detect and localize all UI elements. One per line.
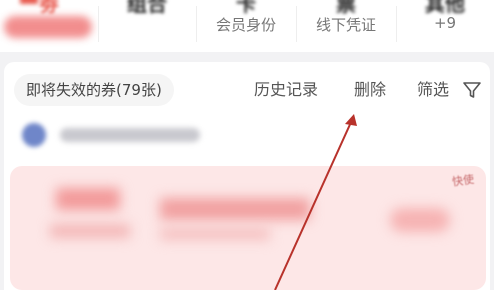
expiring-coupons-chip[interactable]: 即将失效的券(79张)	[14, 74, 174, 106]
category-subtitle: +9	[433, 14, 457, 32]
top-category-strip: 劵 组合 卡 会员身份 票 线下凭证 其他 +9	[0, 0, 494, 52]
coupon-list-card: 即将失效的券(79张) 历史记录 删除 筛选 快使	[4, 62, 490, 290]
category-subtitle: 会员身份	[215, 16, 276, 34]
funnel-icon[interactable]	[462, 80, 482, 100]
delete-button[interactable]: 删除	[354, 74, 386, 106]
coupon-condition-blurred	[50, 224, 130, 238]
coupon-corner-tag: 快使	[451, 172, 475, 189]
category-title: 劵	[39, 0, 59, 16]
history-button[interactable]: 历史记录	[254, 74, 318, 106]
filter-button[interactable]: 筛选	[417, 74, 449, 106]
coupon-item[interactable]: 快使	[10, 166, 486, 290]
coupon-amount-blurred	[56, 188, 120, 210]
account-name-blurred	[60, 128, 200, 142]
category-subtitle: 线下凭证	[315, 16, 376, 34]
coupon-title-blurred	[160, 198, 310, 220]
category-tab-combo[interactable]: 组合	[98, 0, 196, 52]
category-title: 组合	[127, 0, 167, 16]
category-tab-ticket[interactable]: 票 线下凭证	[296, 0, 396, 52]
avatar	[22, 123, 46, 147]
account-row[interactable]	[18, 120, 218, 150]
coupon-desc-blurred	[160, 228, 270, 240]
category-tab-card[interactable]: 卡 会员身份	[196, 0, 296, 52]
filter-bar: 即将失效的券(79张) 历史记录 删除 筛选	[4, 62, 490, 120]
coupon-use-button-blurred[interactable]	[390, 208, 450, 232]
category-tab-other[interactable]: 其他 +9	[396, 0, 494, 52]
category-tab-coupon[interactable]: 劵	[0, 0, 98, 52]
